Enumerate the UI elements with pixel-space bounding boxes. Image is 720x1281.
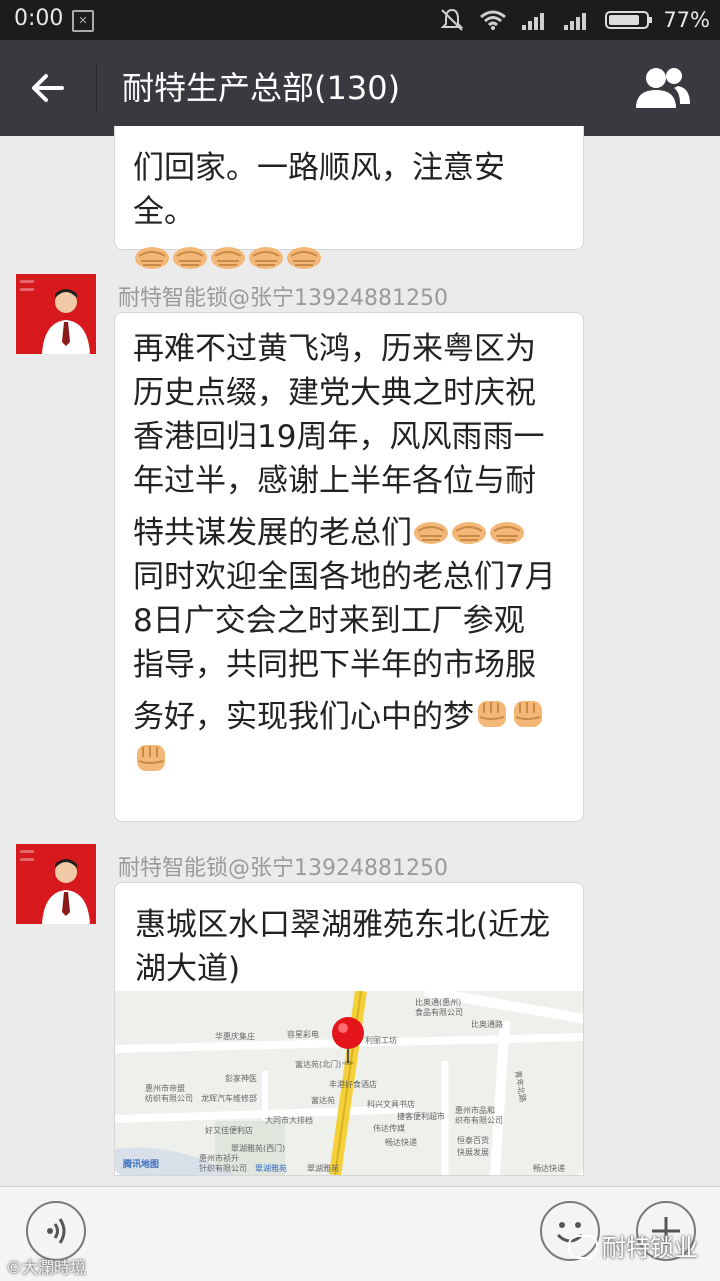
watermark-text: 耐特锁业 (602, 1234, 698, 1262)
map-label: 彭家神医 (225, 1073, 257, 1083)
message-line: 特共谋发展的老总们 (133, 515, 412, 551)
message-bubble-previous: 们回家。一路顺风，注意安全。 (114, 126, 584, 269)
map-label: 伟达传媒 (373, 1123, 405, 1133)
header-divider (96, 64, 97, 112)
voice-icon (47, 1218, 66, 1244)
map-label: 富达苑 (311, 1095, 335, 1105)
battery-icon (605, 11, 653, 29)
map-label: 恒泰百货 (457, 1135, 489, 1145)
watermark-text: 大瀾時境 (22, 1258, 87, 1277)
handshake-emoji (490, 522, 524, 544)
notification-icon: ✕ (72, 10, 94, 32)
map-label: 利丽工坊 (365, 1035, 397, 1045)
voice-button[interactable] (26, 1201, 86, 1261)
map-label: 畅达快递 (385, 1137, 417, 1147)
map-label: 大同市大排档 (265, 1115, 313, 1125)
map-label: 富达苑(北门) (295, 1059, 341, 1069)
map-label: 比奥通路 (471, 1019, 503, 1029)
group-members-icon[interactable] (634, 64, 692, 112)
handshake-emoji (249, 247, 283, 269)
map-label: 针织有限公司 (199, 1163, 247, 1173)
fist-emoji (137, 745, 165, 771)
chat-title: 耐特生产总部(130) (122, 69, 401, 107)
map-label: 惠州市帝盟 (145, 1083, 185, 1093)
map-label: 丰港好食酒店 (329, 1079, 377, 1089)
message-line: 年过半，感谢上半年各位与耐 (133, 463, 536, 499)
message-line: 再难不过黄飞鸿，历来粤区为 (133, 331, 536, 367)
map-label: 纺织有限公司 (145, 1093, 193, 1103)
map-label: 翠湖雅苑(西门) (231, 1143, 285, 1153)
message-line: 指导，共同把下半年的市场服 (133, 647, 536, 683)
message-line-with-emoji: 特共谋发展的老总们 (133, 511, 565, 555)
emoji-row (133, 236, 565, 280)
mute-icon (440, 8, 464, 31)
message-line: 8日广交会之时来到工厂参观 (133, 603, 525, 639)
watermark-logo-icon (568, 1235, 598, 1259)
message-line: 历史点缀，建党大典之时庆祝 (133, 375, 536, 411)
map-label: 容星彩电 (287, 1029, 319, 1039)
signal-1-icon (522, 13, 545, 30)
map-label: 龙辉汽车维修部 (201, 1093, 257, 1103)
message-line: 同时欢迎全国各地的老总们7月 (133, 559, 556, 595)
emoji-row (133, 739, 565, 783)
map-label: 比奥通(惠州) (415, 997, 461, 1007)
wifi-icon (480, 10, 507, 30)
handshake-emoji (135, 247, 169, 269)
map-label: 畅达快递 (533, 1163, 565, 1173)
map-label: 好又佳便利店 (205, 1125, 253, 1135)
status-time: 0:00 (14, 6, 64, 31)
message-bubble[interactable]: 再难不过黄飞鸿，历来粤区为 历史点缀，建党大典之时庆祝 香港回归19周年，风风雨… (114, 312, 584, 822)
message-line: 务好，实现我们心中的梦 (133, 699, 474, 735)
sender-name: 耐特智能锁@张宁13924881250 (118, 286, 448, 311)
battery-percent: 77% (663, 8, 710, 32)
chat-header: 耐特生产总部(130) (0, 40, 720, 136)
map-label: 腾讯地图 (122, 1158, 159, 1170)
fist-emoji (514, 701, 542, 727)
map-label: 织布有限公司 (455, 1115, 503, 1125)
map-label: 翠湖雅苑 (255, 1163, 287, 1173)
map-label: 捷客便利超市 (397, 1111, 445, 1121)
handshake-emoji (414, 522, 448, 544)
message-line: 香港回归19周年，风风雨雨一 (133, 419, 545, 455)
map-label: 食品有限公司 (415, 1007, 463, 1017)
location-map[interactable]: 比奥通(惠州) 食品有限公司 比奥通路 华惠庆集庄 容星彩电 利丽工坊 富达苑(… (115, 991, 583, 1175)
fist-emoji (478, 701, 506, 727)
handshake-emoji (211, 247, 245, 269)
map-label: 科兴文具书店 (367, 1099, 415, 1109)
handshake-emoji (452, 522, 486, 544)
status-bar: 0:00 ✕ 77% (0, 0, 720, 40)
map-label: 快展发展 (457, 1147, 489, 1157)
watermark-right: 耐特锁业 (568, 1228, 698, 1263)
back-arrow-icon[interactable] (26, 66, 70, 110)
location-message[interactable]: 惠城区水口翠湖雅苑东北(近龙 湖大道) 比奥通(惠州) 食品有限公司 比奥通路 … (114, 882, 584, 1176)
status-icons: 77% (439, 4, 710, 36)
map-label: 惠州市祯升 (199, 1153, 239, 1163)
map-label: 惠州市品和 (455, 1105, 495, 1115)
signal-2-icon (564, 13, 587, 30)
message-text: 们回家。一路顺风，注意安全。 (133, 150, 505, 230)
message-line-with-emoji: 务好，实现我们心中的梦 (133, 695, 565, 739)
sender-name: 耐特智能锁@张宁13924881250 (118, 856, 448, 881)
handshake-emoji (287, 247, 321, 269)
avatar[interactable] (16, 844, 96, 924)
location-address-line: 惠城区水口翠湖雅苑东北(近龙 (135, 907, 551, 943)
avatar[interactable] (16, 274, 96, 354)
map-label: 华惠庆集庄 (215, 1031, 255, 1041)
handshake-emoji (173, 247, 207, 269)
location-address-line: 湖大道) (135, 951, 241, 987)
watermark-left: ©大瀾時境 (6, 1254, 86, 1278)
map-label: 翠湖雅苑 (307, 1163, 339, 1173)
copyright-icon: © (6, 1258, 22, 1277)
